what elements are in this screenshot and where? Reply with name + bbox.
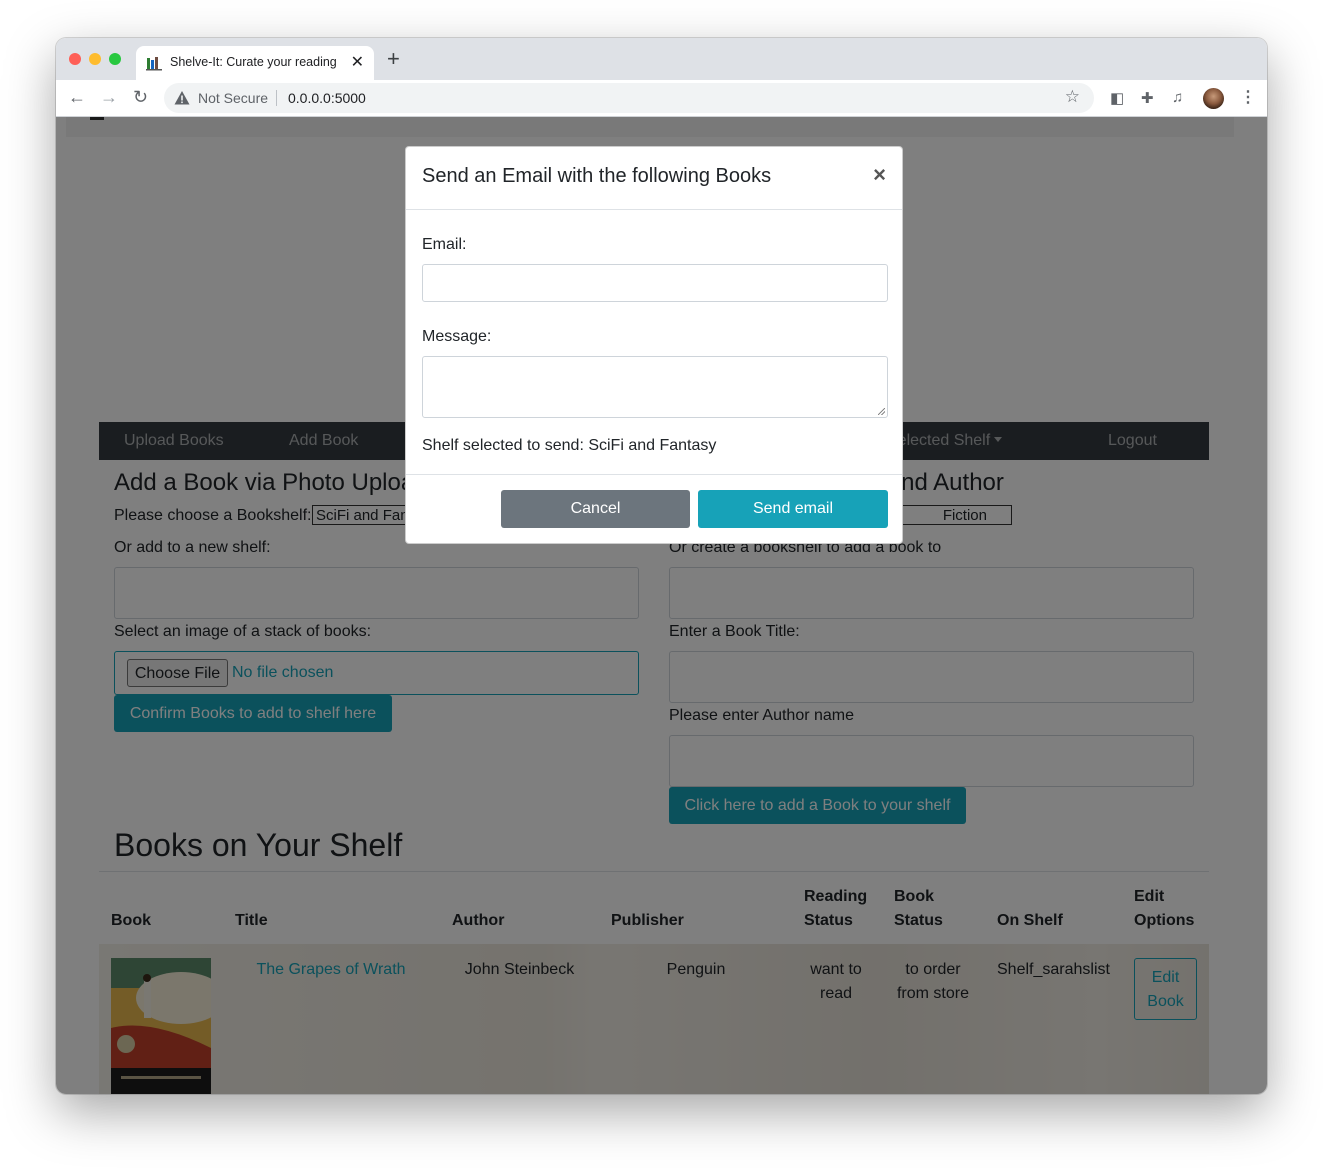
menu-kebab-icon[interactable]: ⋮ bbox=[1240, 87, 1256, 107]
warning-icon bbox=[174, 91, 190, 105]
extension-icon[interactable]: ◧ bbox=[1110, 89, 1124, 107]
browser-toolbar: ← → ↻ Not Secure 0.0.0.0:5000 ☆ ◧ ✚ ♫ ⋮ bbox=[56, 80, 1267, 117]
page-content: Upload Books Add Book Selected Shelf Log… bbox=[56, 117, 1267, 1094]
forward-icon[interactable]: → bbox=[100, 86, 118, 108]
media-control-icon[interactable]: ♫ bbox=[1172, 89, 1183, 106]
puzzle-extensions-icon[interactable]: ✚ bbox=[1141, 89, 1154, 107]
reload-icon[interactable]: ↻ bbox=[133, 86, 148, 108]
modal-header-divider bbox=[406, 209, 902, 210]
modal-close-icon[interactable]: × bbox=[873, 163, 886, 187]
browser-tab[interactable]: Shelve-It: Curate your reading ✕ bbox=[136, 46, 374, 80]
tab-title: Shelve-It: Curate your reading bbox=[170, 55, 337, 69]
security-label[interactable]: Not Secure bbox=[198, 90, 268, 106]
shelf-selected-info: Shelf selected to send: SciFi and Fantas… bbox=[422, 437, 717, 454]
books-favicon-icon bbox=[146, 57, 162, 71]
back-icon[interactable]: ← bbox=[68, 86, 86, 108]
message-textarea[interactable] bbox=[422, 356, 888, 418]
browser-window: Shelve-It: Curate your reading ✕ + ← → ↻… bbox=[56, 38, 1267, 1094]
cancel-button[interactable]: Cancel bbox=[501, 490, 690, 528]
minimize-window-button[interactable] bbox=[89, 53, 101, 65]
message-label: Message: bbox=[422, 328, 492, 345]
send-email-button[interactable]: Send email bbox=[698, 490, 888, 528]
address-bar[interactable]: Not Secure 0.0.0.0:5000 ☆ bbox=[164, 83, 1094, 113]
modal-footer-divider bbox=[406, 474, 902, 475]
url-text[interactable]: 0.0.0.0:5000 bbox=[288, 90, 366, 106]
email-input[interactable] bbox=[422, 264, 888, 302]
email-modal: Send an Email with the following Books ×… bbox=[405, 146, 903, 544]
email-label: Email: bbox=[422, 236, 467, 253]
close-window-button[interactable] bbox=[69, 53, 81, 65]
resize-grip-icon[interactable] bbox=[878, 408, 885, 415]
modal-title: Send an Email with the following Books bbox=[422, 165, 772, 187]
zoom-window-button[interactable] bbox=[109, 53, 121, 65]
tab-strip: Shelve-It: Curate your reading ✕ + bbox=[56, 38, 1267, 80]
address-separator bbox=[276, 90, 277, 106]
bookmark-star-icon[interactable]: ☆ bbox=[1065, 87, 1080, 107]
new-tab-button[interactable]: + bbox=[387, 48, 400, 70]
profile-avatar[interactable] bbox=[1203, 88, 1224, 109]
tab-close-icon[interactable]: ✕ bbox=[351, 52, 364, 72]
